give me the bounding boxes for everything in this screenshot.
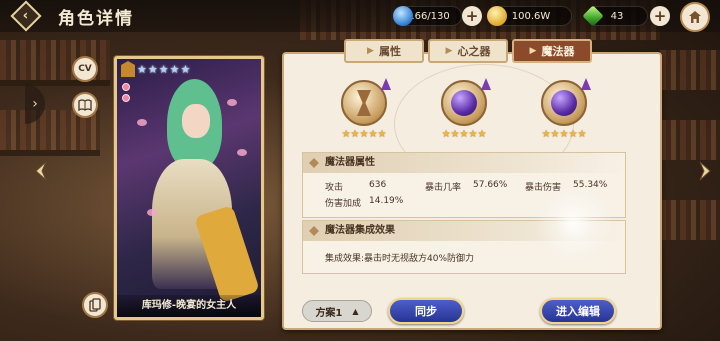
magic-device-slot-3[interactable]: ★★★★★ (534, 78, 594, 140)
gold-counter: 100.6W (487, 6, 572, 26)
cv-label: CV (78, 64, 92, 74)
relic-stars: ★★★★★ (541, 129, 587, 140)
home-icon (689, 11, 701, 23)
tab-magic-device[interactable]: ▶ 魔法器 (512, 39, 592, 63)
sparkle-effect (534, 184, 614, 264)
petal (147, 209, 157, 216)
stat-value: 636 (369, 180, 387, 190)
chevron-left-icon: ‹ (23, 8, 29, 24)
stamina-counter: 166/130 (393, 6, 462, 26)
stat-label: 暴击几率 (425, 183, 462, 193)
stat-attack: 攻击 636 (325, 180, 386, 193)
stat-value: 57.66% (473, 180, 508, 190)
relic-frame (341, 78, 391, 126)
shelf (0, 150, 100, 156)
arrow-right-icon (699, 161, 711, 181)
character-card[interactable]: ★★★★★ 库玛修-晚宴的女主人 (114, 56, 264, 320)
character-art-face (182, 104, 210, 138)
petal (237, 149, 247, 156)
petal (137, 119, 147, 126)
cards-icon (89, 298, 101, 312)
tab-label: 心之器 (457, 45, 491, 58)
card-element-dots (122, 83, 130, 102)
tab-chevron-icon: ▶ (529, 46, 537, 56)
rank-marker-icon (581, 78, 591, 90)
tab-attributes[interactable]: ▶ 属性 (344, 39, 424, 63)
bookshelf (660, 120, 720, 160)
element-dot-icon (122, 94, 130, 102)
sync-button[interactable]: 同步 (388, 298, 464, 324)
petal (227, 99, 237, 106)
gold-coin-icon (487, 6, 507, 26)
tab-chevron-icon: ▶ (367, 46, 374, 56)
add-gem-button[interactable]: + (650, 6, 670, 26)
back-frame: ‹ (10, 0, 42, 32)
tab-label: 魔法器 (541, 45, 575, 58)
prev-character-button[interactable] (30, 158, 52, 184)
relic-frame (541, 78, 591, 126)
purple-orb-icon (551, 90, 577, 116)
tab-label: 属性 (378, 45, 401, 58)
rarity-badge-icon (121, 61, 135, 77)
gem-counter: 43 (582, 5, 648, 27)
enter-edit-button[interactable]: 进入编辑 (540, 298, 616, 324)
tab-heart-device[interactable]: ▶ 心之器 (428, 39, 508, 63)
magic-device-slot-1[interactable]: ★★★★★ (334, 78, 394, 140)
back-button[interactable]: ‹ (8, 0, 44, 32)
arrow-left-icon (35, 161, 47, 181)
stat-label: 伤害加成 (325, 199, 362, 209)
stat-value: 14.19% (369, 196, 404, 206)
triangle-up-icon: ▲ (352, 306, 359, 316)
top-bar: ‹ 角色详情 166/130 + 100.6W 43 + (0, 0, 720, 32)
page-title: 角色详情 (58, 9, 134, 29)
stat-damage-bonus: 伤害加成 14.19% (325, 196, 403, 209)
shelf (0, 80, 110, 86)
hourglass-icon (357, 90, 371, 116)
bookshelf (660, 50, 720, 90)
add-stamina-button[interactable]: + (462, 6, 482, 26)
home-button[interactable] (680, 2, 710, 32)
magic-device-slot-2[interactable]: ★★★★★ (434, 78, 494, 140)
character-name: 库玛修-晚宴的女主人 (117, 295, 261, 317)
green-gem-icon (582, 5, 604, 27)
stamina-icon (393, 6, 413, 26)
cv-button[interactable]: CV (72, 56, 98, 82)
tab-chevron-icon: ▶ (445, 46, 453, 56)
rank-marker-icon (481, 78, 491, 90)
card-header: ★★★★★ (117, 59, 261, 79)
next-character-button[interactable] (694, 158, 716, 184)
bookshelf (660, 200, 720, 240)
element-dot-icon (122, 83, 130, 91)
relic-frame (441, 78, 491, 126)
relic-stars: ★★★★★ (341, 129, 387, 140)
attributes-title: 魔法器属性 (303, 153, 625, 173)
book-icon (78, 99, 92, 111)
edit-label: 进入编辑 (556, 305, 600, 318)
stat-label: 攻击 (325, 183, 344, 193)
stat-crit-rate: 暴击几率 57.66% (425, 180, 507, 193)
scheme-selector[interactable]: 方案1 ▲ (302, 300, 372, 322)
rank-marker-icon (381, 78, 391, 90)
card-switch-button[interactable] (82, 292, 108, 318)
scheme-label: 方案1 (315, 307, 343, 319)
relic-stars: ★★★★★ (441, 129, 487, 140)
panel-tabs: ▶ 属性 ▶ 心之器 ▶ 魔法器 (344, 39, 592, 63)
purple-orb-icon (451, 90, 477, 116)
card-stars: ★★★★★ (137, 62, 192, 76)
sync-label: 同步 (415, 305, 437, 318)
magic-device-panel: ▶ 属性 ▶ 心之器 ▶ 魔法器 ★★★★★ ★★★★★ ★★★★★ 魔法器属性… (282, 39, 662, 330)
story-book-button[interactable] (72, 92, 98, 118)
chevron-right-icon: › (32, 96, 38, 112)
